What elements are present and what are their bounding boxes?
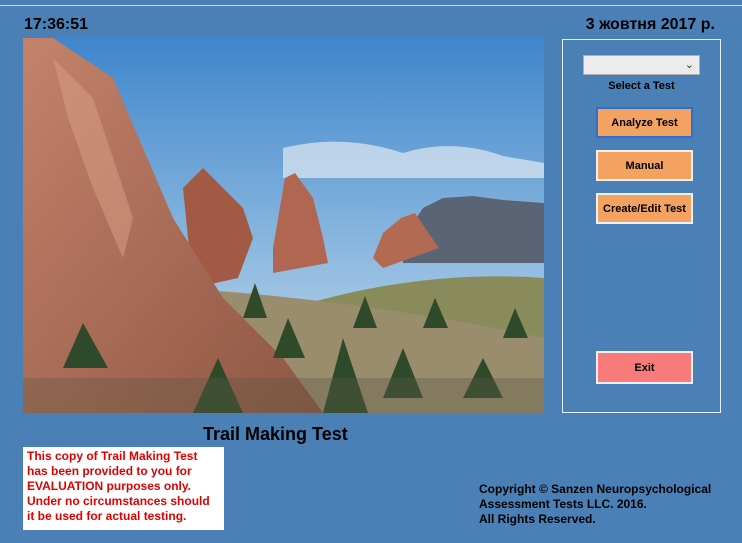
evaluation-notice: This copy of Trail Making Test has been … <box>23 447 224 530</box>
app-title: Trail Making Test <box>203 424 348 444</box>
analyze-test-button[interactable]: Analyze Test <box>596 107 693 138</box>
landscape-photo <box>23 38 544 413</box>
clock-time: 17:36:51 <box>24 16 89 33</box>
copyright-line-3: All Rights Reserved. <box>479 512 596 526</box>
current-date: 3 жовтня 2017 р. <box>585 16 715 33</box>
test-select[interactable]: ⌄ <box>583 55 700 75</box>
copyright-line-1: Copyright © Sanzen Neuropsychological <box>479 482 712 496</box>
copyright-notice: Copyright © Sanzen Neuropsychological As… <box>479 482 711 527</box>
create-edit-test-button[interactable]: Create/Edit Test <box>596 193 693 224</box>
manual-button[interactable]: Manual <box>596 150 693 181</box>
chevron-down-icon[interactable]: ⌄ <box>685 58 694 71</box>
control-panel: ⌄ Select a Test Analyze Test Manual Crea… <box>562 39 721 413</box>
select-test-label: Select a Test <box>608 80 675 92</box>
top-divider <box>0 5 742 6</box>
copyright-line-2: Assessment Tests LLC. 2016. <box>479 497 647 511</box>
exit-button[interactable]: Exit <box>596 351 693 384</box>
